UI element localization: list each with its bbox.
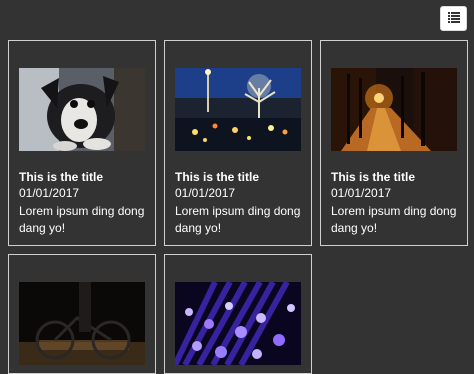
card[interactable]: This is the title 01/01/2017 Lorem ipsum…: [320, 40, 468, 246]
card[interactable]: This is the title 01/01/2017 Lorem ipsum…: [164, 40, 312, 246]
list-view-toggle-button[interactable]: [440, 6, 467, 31]
card-title: This is the title: [331, 170, 416, 184]
card-description: Lorem ipsum ding dong dang yo!: [331, 204, 457, 235]
card[interactable]: [164, 254, 312, 374]
card-date: 01/01/2017: [331, 186, 392, 200]
list-icon: [447, 11, 460, 26]
card-image-fiber-optic: [175, 282, 301, 365]
card-image-bicycle: [19, 282, 145, 365]
card[interactable]: [8, 254, 156, 374]
card-title: This is the title: [175, 170, 260, 184]
card-image-autumn-path: [331, 68, 457, 151]
card-date: 01/01/2017: [19, 186, 80, 200]
card-description: Lorem ipsum ding dong dang yo!: [19, 204, 145, 235]
card-description: Lorem ipsum ding dong dang yo!: [175, 204, 301, 235]
card-image-night-park: [175, 68, 301, 151]
card-image-puppy: [19, 68, 145, 151]
card-title: This is the title: [19, 170, 104, 184]
card-date: 01/01/2017: [175, 186, 236, 200]
card[interactable]: This is the title 01/01/2017 Lorem ipsum…: [8, 40, 156, 246]
